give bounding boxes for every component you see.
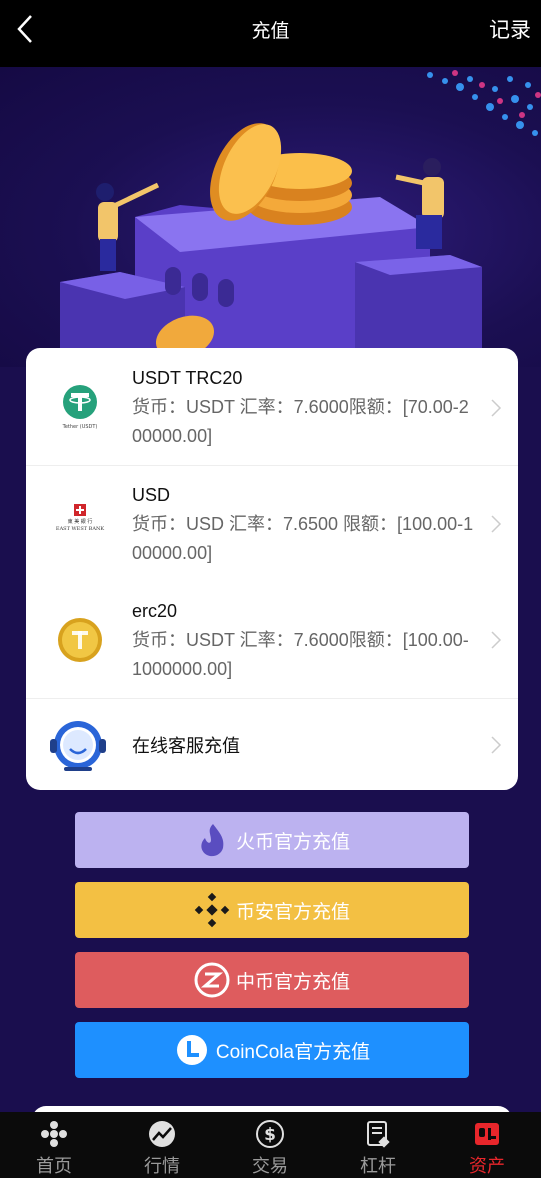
tab-leverage[interactable]: 杠杆	[324, 1112, 432, 1178]
huobi-flame-icon	[194, 822, 230, 858]
tab-label: 交易	[252, 1156, 288, 1176]
tab-label: 资产	[469, 1156, 505, 1176]
method-usdt-trc20[interactable]: Tether (USDT) USDT TRC20 货币：USDT 汇率：7.60…	[26, 348, 518, 465]
button-label: CoinCola官方充值	[215, 1041, 371, 1063]
tab-market[interactable]: 行情	[108, 1112, 216, 1178]
bottom-tab-bar: 首页 行情 $ 交易 杠杆 资产	[0, 1112, 541, 1178]
method-title: 在线客服充值	[132, 736, 240, 756]
method-usd[interactable]: 東 美 銀 行 EAST WEST BANK USD 货币：USD 汇率：7.6…	[26, 466, 518, 582]
svg-text:Tether (USDT): Tether (USDT)	[62, 424, 98, 430]
method-desc: 货币：USDT 汇率：7.6000限额：[100.00-1000000.00]	[132, 630, 469, 679]
tab-assets[interactable]: 资产	[433, 1112, 541, 1178]
method-desc: 货币：USD 汇率：7.6500 限额：[100.00-100000.00]	[132, 514, 474, 563]
tab-label: 首页	[36, 1156, 72, 1176]
chevron-right-icon	[491, 515, 502, 533]
coincola-icon	[174, 1032, 210, 1068]
method-title: USD	[132, 485, 171, 505]
method-title: USDT TRC20	[132, 368, 243, 388]
document-icon	[367, 1121, 390, 1148]
east-west-bank-icon: 東 美 銀 行 EAST WEST BANK	[56, 504, 104, 532]
tab-label: 行情	[144, 1156, 180, 1176]
button-label: 币安官方充值	[235, 901, 350, 923]
dollar-icon: $	[256, 1120, 284, 1148]
records-link[interactable]: 记录	[489, 14, 531, 44]
method-title: erc20	[132, 601, 178, 621]
coins-illustration	[60, 70, 541, 367]
chevron-right-icon	[491, 399, 502, 417]
svg-text:$: $	[264, 1125, 276, 1145]
binance-recharge-button[interactable]: 币安官方充值	[75, 882, 469, 938]
hero-illustration	[0, 67, 541, 367]
chart-icon	[149, 1121, 175, 1147]
binance-icon	[194, 892, 230, 928]
page-title: 充值	[251, 21, 290, 42]
deposit-methods-card: Tether (USDT) USDT TRC20 货币：USDT 汇率：7.60…	[26, 348, 518, 790]
button-label: 中币官方充值	[235, 971, 350, 993]
home-icon	[41, 1121, 67, 1147]
svg-text:EAST WEST BANK: EAST WEST BANK	[56, 526, 104, 532]
chevron-right-icon	[491, 736, 502, 754]
tab-home[interactable]: 首页	[0, 1112, 108, 1178]
tab-trade[interactable]: $ 交易	[216, 1112, 324, 1178]
method-desc: 货币：USDT 汇率：7.6000限额：[70.00-200000.00]	[132, 397, 469, 446]
button-label: 火币官方充值	[235, 831, 350, 853]
headset-icon	[50, 721, 106, 771]
zb-icon	[194, 962, 230, 998]
method-erc20[interactable]: erc20 货币：USDT 汇率：7.6000限额：[100.00-100000…	[26, 582, 518, 698]
huobi-recharge-button[interactable]: 火币官方充值	[75, 812, 469, 868]
coincola-recharge-button[interactable]: CoinCola官方充值	[75, 1022, 469, 1078]
zb-recharge-button[interactable]: 中币官方充值	[75, 952, 469, 1008]
top-bar: 充值 记录	[0, 0, 541, 67]
svg-text:東 美 銀 行: 東 美 銀 行	[68, 518, 93, 525]
tether-icon: Tether (USDT)	[62, 385, 98, 430]
wallet-icon	[475, 1123, 499, 1145]
chevron-right-icon	[491, 631, 502, 649]
tab-label: 杠杆	[360, 1156, 396, 1176]
gold-coin-icon	[58, 618, 102, 662]
method-online-support[interactable]: 在线客服充值	[26, 699, 518, 790]
